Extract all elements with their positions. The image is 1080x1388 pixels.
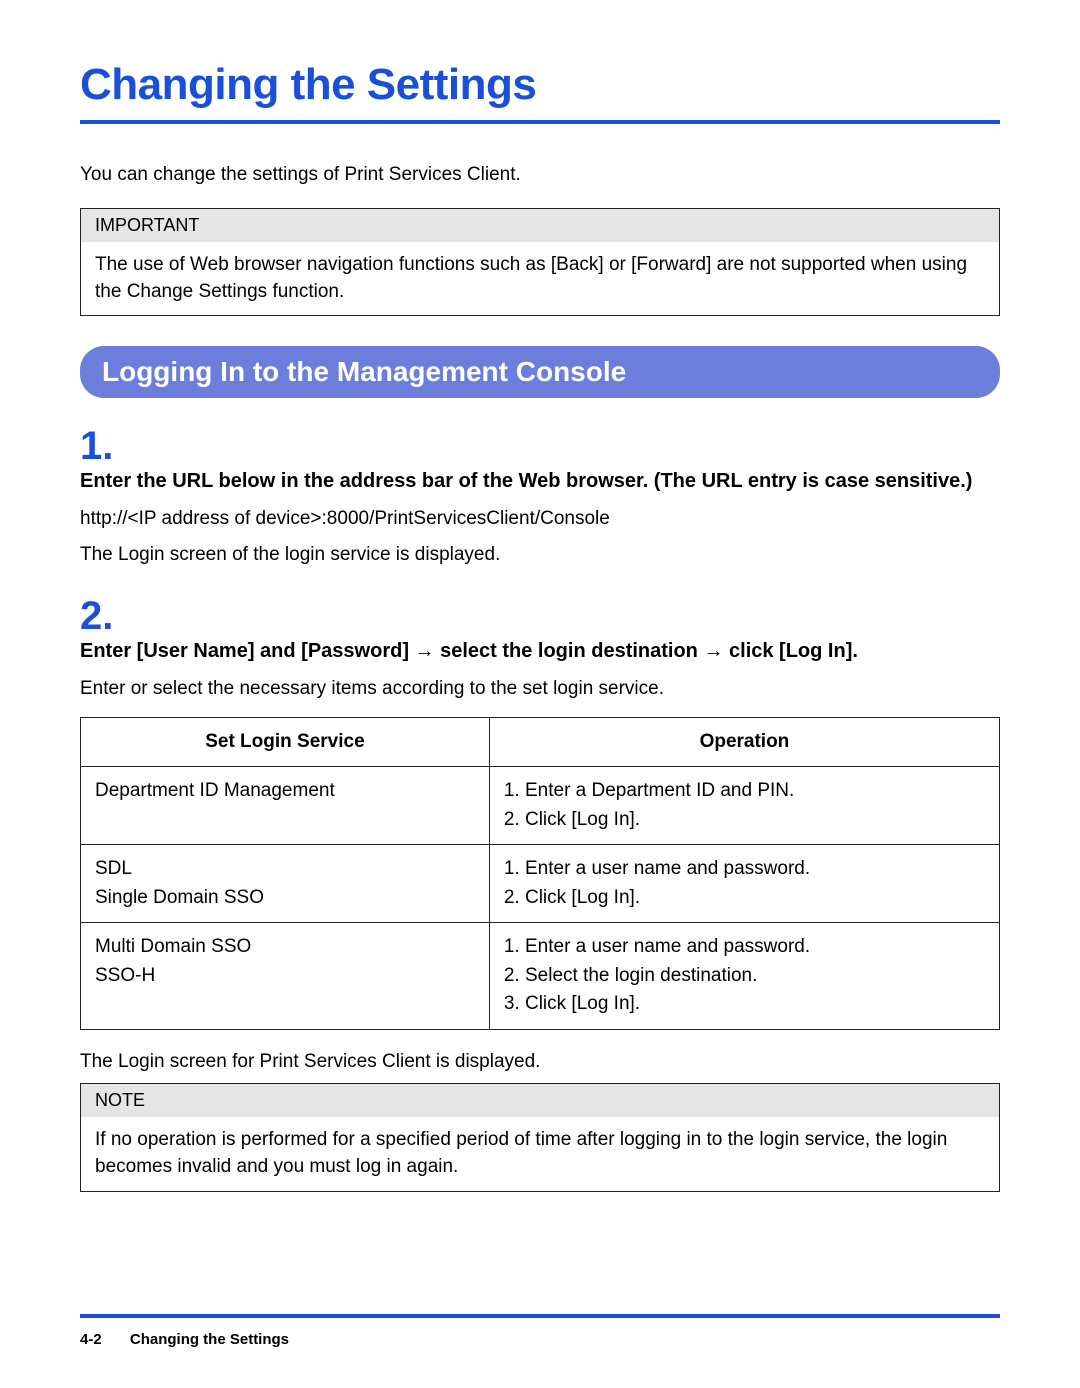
note-text: If no operation is performed for a speci…	[81, 1117, 999, 1190]
important-text: The use of Web browser navigation functi…	[81, 242, 999, 315]
table-cell-operation: 1. Enter a user name and password. 2. Se…	[489, 923, 999, 1030]
table-row: Multi Domain SSO SSO-H 1. Enter a user n…	[81, 923, 1000, 1030]
step-1-line-1: http://<IP address of device>:8000/Print…	[80, 505, 1000, 533]
footer-title: Changing the Settings	[130, 1331, 289, 1348]
table-header-operation: Operation	[489, 717, 999, 767]
important-label: IMPORTANT	[81, 209, 999, 242]
step-2: 2. Enter [User Name] and [Password] → se…	[80, 596, 1000, 1191]
table-cell-service: Multi Domain SSO SSO-H	[81, 923, 490, 1030]
step-1: 1. Enter the URL below in the address ba…	[80, 426, 1000, 568]
after-table-text: The Login screen for Print Services Clie…	[80, 1048, 1000, 1076]
step-1-number: 1.	[80, 426, 1000, 466]
table-row: Department ID Management 1. Enter a Depa…	[81, 767, 1000, 845]
page-title: Changing the Settings	[80, 60, 1000, 124]
note-label: NOTE	[81, 1084, 999, 1117]
table-cell-service: Department ID Management	[81, 767, 490, 845]
step-1-heading: Enter the URL below in the address bar o…	[80, 468, 1000, 495]
page-number: 4-2	[80, 1331, 102, 1348]
step-2-number: 2.	[80, 596, 1000, 636]
note-callout: NOTE If no operation is performed for a …	[80, 1083, 1000, 1191]
step-1-line-2: The Login screen of the login service is…	[80, 541, 1000, 569]
login-service-table: Set Login Service Operation Department I…	[80, 717, 1000, 1030]
intro-text: You can change the settings of Print Ser…	[80, 164, 1000, 186]
table-cell-operation: 1. Enter a user name and password. 2. Cl…	[489, 845, 999, 923]
step-2-heading: Enter [User Name] and [Password] → selec…	[80, 638, 1000, 665]
table-cell-service: SDL Single Domain SSO	[81, 845, 490, 923]
table-cell-operation: 1. Enter a Department ID and PIN. 2. Cli…	[489, 767, 999, 845]
table-header-service: Set Login Service	[81, 717, 490, 767]
step-2-line-1: Enter or select the necessary items acco…	[80, 675, 1000, 703]
section-heading: Logging In to the Management Console	[80, 346, 1000, 398]
footer-rule	[80, 1314, 1000, 1318]
table-row: SDL Single Domain SSO 1. Enter a user na…	[81, 845, 1000, 923]
important-callout: IMPORTANT The use of Web browser navigat…	[80, 208, 1000, 316]
page-footer: 4-2 Changing the Settings	[80, 1331, 289, 1348]
